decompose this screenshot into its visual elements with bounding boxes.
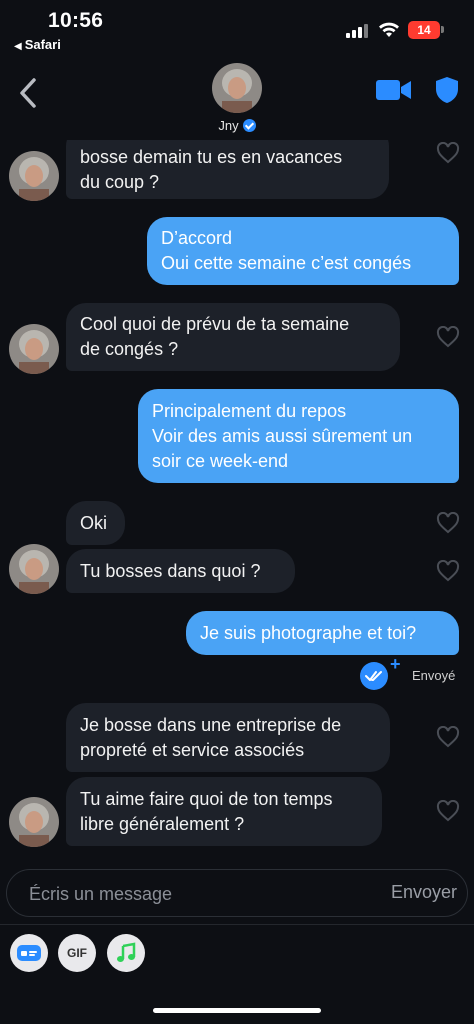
contact-avatar-small[interactable] [9, 151, 59, 201]
verified-badge-icon [242, 119, 256, 132]
outgoing-message[interactable]: D’accord Oui cette semaine c’est congés [147, 217, 459, 285]
incoming-message[interactable]: bosse demain tu es en vacances du coup ? [66, 140, 389, 199]
message-text: bosse demain tu es en vacances du coup ? [80, 146, 343, 192]
delivery-status: + Envoyé [360, 654, 470, 690]
chevron-left-icon[interactable] [16, 76, 40, 110]
battery-level: 14 [417, 23, 431, 37]
status-time: 10:56 [48, 9, 104, 32]
battery-nub [441, 26, 444, 33]
message-text: Je suis photographe et toi? [200, 622, 417, 643]
outgoing-message[interactable]: Je suis photographe et toi? [186, 611, 459, 655]
heart-icon[interactable] [436, 800, 460, 822]
chat-header: Jny [0, 58, 474, 140]
incoming-message[interactable]: Tu bosses dans quoi ? [66, 549, 295, 593]
message-input[interactable] [29, 880, 329, 908]
gif-button[interactable]: GIF [58, 934, 96, 972]
message-text: Oki [80, 512, 107, 533]
back-triangle-icon: ◀ [14, 41, 22, 52]
heart-icon[interactable] [436, 512, 460, 534]
send-button[interactable]: Envoyer [391, 882, 457, 903]
message-list[interactable]: bosse demain tu es en vacances du coup ?… [0, 140, 474, 860]
heart-icon[interactable] [436, 326, 460, 348]
heart-icon[interactable] [436, 142, 460, 164]
message-text: D’accord Oui cette semaine c’est congés [161, 228, 412, 273]
cellular-signal-icon [346, 24, 370, 38]
music-note-icon [117, 942, 136, 962]
shield-icon[interactable] [434, 76, 460, 104]
message-text: Tu aime faire quoi de ton temps libre gé… [80, 788, 333, 834]
music-button[interactable] [107, 934, 145, 972]
incoming-message[interactable]: Oki [66, 501, 125, 545]
home-indicator[interactable] [153, 1008, 321, 1013]
message-composer: Envoyer [6, 869, 468, 917]
outgoing-message[interactable]: Principalement du repos Voir des amis au… [138, 389, 459, 483]
divider [0, 924, 474, 925]
incoming-message[interactable]: Cool quoi de prévu de ta semaine de cong… [66, 303, 400, 371]
sticker-card-button[interactable] [10, 934, 48, 972]
contact-avatar-small[interactable] [9, 797, 59, 847]
back-to-app-link[interactable]: ◀ Safari [14, 37, 61, 52]
incoming-message[interactable]: Tu aime faire quoi de ton temps libre gé… [66, 777, 382, 846]
heart-icon[interactable] [436, 726, 460, 748]
message-text: Je bosse dans une entreprise de propreté… [80, 714, 342, 760]
contact-avatar[interactable] [212, 63, 262, 113]
contact-name: Jny [218, 118, 239, 133]
incoming-message[interactable]: Je bosse dans une entreprise de propreté… [66, 703, 390, 772]
contact-avatar-small[interactable] [9, 324, 59, 374]
plus-icon[interactable]: + [390, 654, 401, 675]
sticker-card-icon [17, 945, 41, 961]
video-camera-icon[interactable] [376, 78, 412, 102]
message-text: Principalement du repos Voir des amis au… [152, 400, 413, 471]
contact-name-row[interactable]: Jny [0, 118, 474, 133]
contact-avatar-small[interactable] [9, 544, 59, 594]
back-app-label: Safari [24, 37, 61, 52]
gif-icon: GIF [67, 946, 87, 960]
heart-icon[interactable] [436, 560, 460, 582]
wifi-icon [379, 22, 399, 37]
double-check-icon [360, 662, 388, 690]
sent-status-label: Envoyé [412, 668, 456, 683]
message-text: Cool quoi de prévu de ta semaine de cong… [80, 314, 350, 359]
battery-icon: 14 [408, 21, 440, 39]
status-bar: 10:56 ◀ Safari 14 [0, 0, 474, 56]
message-text: Tu bosses dans quoi ? [80, 560, 261, 581]
